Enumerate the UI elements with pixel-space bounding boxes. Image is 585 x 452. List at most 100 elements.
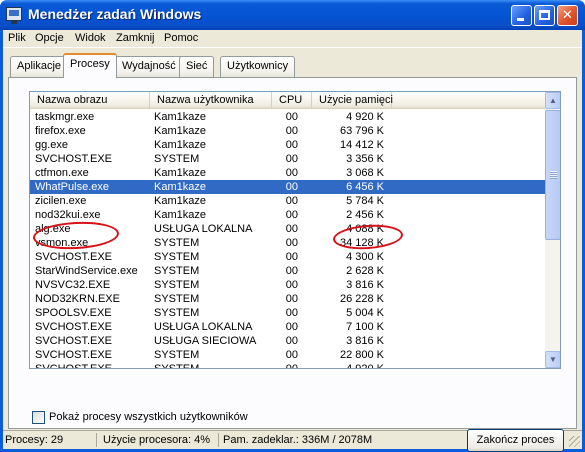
cell-user-name: SYSTEM — [154, 349, 200, 361]
table-row[interactable]: SVCHOST.EXE SYSTEM 00 22 800 K — [30, 348, 545, 362]
table-row[interactable]: zicilen.exe Kam1kaze 00 5 784 K — [30, 194, 545, 208]
table-row[interactable]: WhatPulse.exe Kam1kaze 00 6 456 K — [30, 180, 545, 194]
menu-bar: Plik Opcje Widok Zamknij Pomoc — [3, 30, 582, 48]
cell-memory: 3 816 K — [346, 335, 384, 347]
minimize-button[interactable] — [511, 5, 532, 26]
status-process-count: Procesy: 29 — [5, 433, 97, 447]
table-row[interactable]: ctfmon.exe Kam1kaze 00 3 068 K — [30, 166, 545, 180]
table-row[interactable]: SVCHOST.EXE SYSTEM 00 3 356 K — [30, 152, 545, 166]
show-all-label[interactable]: Pokaż procesy wszystkich użytkowników — [49, 411, 248, 423]
scroll-thumb[interactable] — [545, 110, 560, 240]
cell-memory: 7 100 K — [346, 321, 384, 333]
scroll-down-button[interactable]: ▼ — [545, 351, 560, 368]
table-row[interactable]: gg.exe Kam1kaze 00 14 412 K — [30, 138, 545, 152]
status-commit-charge: Pam. zadeklar.: 336M / 2078M — [223, 434, 373, 446]
menu-pomoc[interactable]: Pomoc — [164, 32, 198, 44]
maximize-button[interactable] — [534, 5, 555, 26]
cell-image-name: nod32kui.exe — [35, 209, 101, 221]
status-cpu-usage: Użycie procesora: 4% — [103, 433, 219, 447]
menu-widok[interactable]: Widok — [75, 32, 106, 44]
cell-cpu: 00 — [285, 293, 298, 305]
scroll-up-button[interactable]: ▲ — [545, 92, 560, 109]
close-icon: ✕ — [562, 7, 573, 22]
cell-user-name: USŁUGA SIECIOWA — [154, 335, 257, 347]
cell-user-name: Kam1kaze — [154, 167, 206, 179]
cell-memory: 5 004 K — [346, 307, 384, 319]
cell-user-name: Kam1kaze — [154, 209, 206, 221]
cell-cpu: 00 — [285, 195, 298, 207]
cell-cpu: 00 — [285, 111, 298, 123]
cell-memory: 14 412 K — [339, 139, 384, 151]
cell-cpu: 00 — [285, 265, 298, 277]
cell-memory: 3 068 K — [346, 167, 384, 179]
cell-user-name: Kam1kaze — [154, 125, 206, 137]
cell-image-name: ctfmon.exe — [35, 167, 89, 179]
cell-image-name: SVCHOST.EXE — [35, 153, 113, 165]
table-row[interactable]: NOD32KRN.EXE SYSTEM 00 26 228 K — [30, 292, 545, 306]
cell-cpu: 00 — [285, 181, 298, 193]
vertical-scrollbar[interactable]: ▲ ▼ — [545, 92, 560, 368]
show-all-checkbox[interactable] — [32, 411, 45, 424]
table-row[interactable]: SVCHOST.EXE SYSTEM 00 4 300 K — [30, 250, 545, 264]
cell-image-name: zicilen.exe — [35, 195, 87, 207]
cell-memory: 5 784 K — [346, 195, 384, 207]
table-row[interactable]: SVCHOST.EXE USŁUGA LOKALNA 00 7 100 K — [30, 320, 545, 334]
cell-cpu: 00 — [285, 167, 298, 179]
title-bar[interactable]: Menedżer zadań Windows ✕ — [0, 0, 585, 30]
task-manager-window: Menedżer zadań Windows ✕ Plik Opcje Wido… — [0, 0, 585, 452]
table-row[interactable]: SPOOLSV.EXE SYSTEM 00 5 004 K — [30, 306, 545, 320]
tab-siec[interactable]: Sieć — [179, 56, 215, 77]
menu-plik[interactable]: Plik — [8, 32, 26, 44]
resize-grip-icon[interactable] — [569, 436, 580, 447]
cell-user-name: SYSTEM — [154, 237, 200, 249]
menu-zamknij[interactable]: Zamknij — [116, 32, 155, 44]
column-user-name[interactable]: Nazwa użytkownika — [150, 92, 272, 109]
cell-image-name: taskmgr.exe — [35, 111, 95, 123]
table-row[interactable]: StarWindService.exe SYSTEM 00 2 628 K — [30, 264, 545, 278]
cell-memory: 6 456 K — [346, 181, 384, 193]
cell-memory: 4 920 K — [346, 111, 384, 123]
computer-icon — [6, 7, 22, 24]
cell-cpu: 00 — [285, 279, 298, 291]
column-memory[interactable]: Użycie pamięci — [312, 92, 393, 109]
tab-aplikacje[interactable]: Aplikacje — [10, 56, 69, 77]
table-row[interactable]: SVCHOST.EXE SYSTEM 00 4 920 K — [30, 362, 545, 369]
cell-user-name: SYSTEM — [154, 293, 200, 305]
column-cpu[interactable]: CPU — [272, 92, 312, 109]
tab-wydajnosc[interactable]: Wydajność — [115, 56, 183, 77]
cell-memory: 22 800 K — [339, 349, 384, 361]
process-list[interactable]: Nazwa obrazu Nazwa użytkownika CPU Użyci… — [29, 91, 561, 369]
cell-memory: 3 356 K — [346, 153, 384, 165]
cell-cpu: 00 — [285, 139, 298, 151]
cell-user-name: SYSTEM — [154, 265, 200, 277]
tab-procesy[interactable]: Procesy — [63, 53, 117, 78]
table-row[interactable]: NVSVC32.EXE SYSTEM 00 3 816 K — [30, 278, 545, 292]
cell-image-name: SVCHOST.EXE — [35, 251, 113, 263]
cell-memory: 2 628 K — [346, 265, 384, 277]
cell-memory: 2 456 K — [346, 209, 384, 221]
client-area: Plik Opcje Widok Zamknij Pomoc Aplikacje… — [3, 30, 582, 452]
column-image-name[interactable]: Nazwa obrazu — [30, 92, 150, 109]
cell-user-name: SYSTEM — [154, 307, 200, 319]
table-row[interactable]: SVCHOST.EXE USŁUGA SIECIOWA 00 3 816 K — [30, 334, 545, 348]
cell-memory: 4 300 K — [346, 251, 384, 263]
cell-cpu: 00 — [285, 335, 298, 347]
cell-cpu: 00 — [285, 237, 298, 249]
cell-image-name: SVCHOST.EXE — [35, 349, 113, 361]
cell-image-name: SVCHOST.EXE — [35, 321, 113, 333]
table-row[interactable]: firefox.exe Kam1kaze 00 63 796 K — [30, 124, 545, 138]
cell-memory: 63 796 K — [339, 125, 384, 137]
window-title: Menedżer zadań Windows — [28, 6, 202, 22]
cell-image-name: NOD32KRN.EXE — [35, 293, 120, 305]
tab-uzytkownicy[interactable]: Użytkownicy — [220, 56, 296, 77]
menu-opcje[interactable]: Opcje — [35, 32, 64, 44]
cell-image-name: WhatPulse.exe — [35, 181, 109, 193]
cell-user-name: SYSTEM — [154, 363, 200, 369]
cell-user-name: USŁUGA LOKALNA — [154, 321, 253, 333]
cell-image-name: SVCHOST.EXE — [35, 335, 113, 347]
table-row[interactable]: nod32kui.exe Kam1kaze 00 2 456 K — [30, 208, 545, 222]
cell-cpu: 00 — [285, 307, 298, 319]
close-button[interactable]: ✕ — [557, 5, 578, 26]
table-row[interactable]: taskmgr.exe Kam1kaze 00 4 920 K — [30, 110, 545, 124]
end-process-button[interactable]: Zakończ proces — [467, 429, 564, 452]
